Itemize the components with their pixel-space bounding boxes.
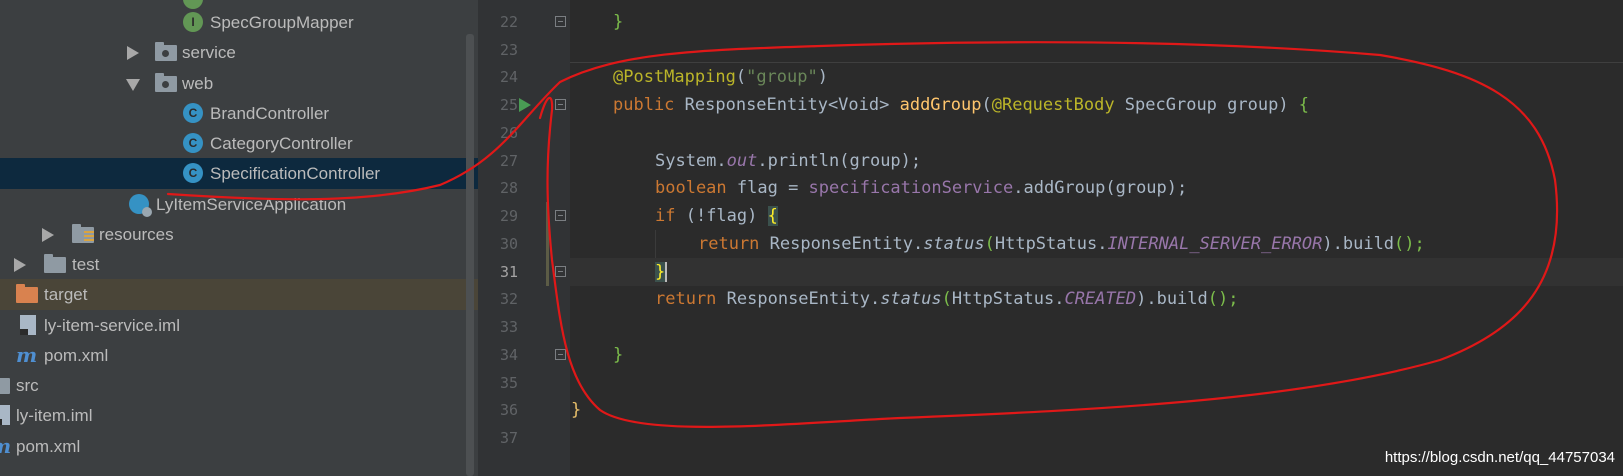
tree-item-target[interactable]: target [0, 279, 478, 310]
class-icon: C [183, 103, 203, 123]
tree-item-label: service [182, 43, 236, 62]
line-number: 35 [499, 374, 518, 392]
tree-item-label: target [44, 285, 88, 304]
package-folder-icon [155, 42, 177, 61]
class-icon: C [183, 133, 203, 153]
fold-marker-icon[interactable] [555, 210, 566, 221]
tree-item-label: pom.xml [16, 437, 81, 456]
fold-marker-icon[interactable] [555, 349, 566, 360]
line-number: 25 [499, 96, 518, 114]
code-line-22: } [613, 12, 624, 32]
line-number: 36 [499, 401, 518, 419]
vcs-change-marker[interactable] [546, 202, 549, 286]
line-number: 32 [499, 290, 518, 308]
tree-scrollbar[interactable] [466, 34, 474, 476]
iml-file-icon [20, 315, 36, 335]
fold-marker-icon[interactable] [555, 99, 566, 110]
tree-item-specificationcontroller[interactable]: C SpecificationController [0, 158, 478, 189]
watermark-text: https://blog.csdn.net/qq_44757034 [1384, 449, 1615, 466]
tree-item-web[interactable]: web [0, 68, 478, 99]
line-number: 22 [499, 13, 518, 31]
package-folder-icon [155, 73, 177, 92]
code-line-28: boolean flag = specificationService.addG… [655, 178, 1188, 198]
tree-item-service[interactable]: service [0, 37, 478, 68]
line-number: 28 [499, 179, 518, 197]
tree-item-brandcontroller[interactable]: C BrandController [0, 98, 478, 129]
indent-guide [655, 230, 656, 258]
tree-item-label: BrandController [210, 104, 330, 123]
run-method-icon[interactable] [519, 98, 531, 112]
iml-file-icon [0, 405, 10, 425]
tree-item-resources[interactable]: resources [0, 219, 478, 250]
tree-item-pom-xml[interactable]: m pom.xml [0, 340, 478, 371]
project-tree-panel: I SpecGroupMapper service web C BrandCon… [0, 0, 478, 476]
maven-icon: m [0, 436, 11, 456]
expand-arrow-icon[interactable] [127, 46, 139, 60]
tree-item-label: resources [99, 225, 174, 244]
tree-item-label: pom.xml [44, 346, 109, 365]
tree-item-label: ly-item-service.iml [44, 316, 180, 335]
expand-arrow-icon[interactable] [14, 258, 26, 272]
fold-marker-icon[interactable] [555, 266, 566, 277]
code-line-29: if (!flag) { [655, 206, 778, 226]
code-line-36: } [571, 400, 582, 420]
tree-item-label: SpecificationController [210, 164, 381, 183]
tree-item-label: test [72, 255, 100, 274]
tree-item-ly-item-service-iml[interactable]: ly-item-service.iml [0, 310, 478, 341]
line-number: 24 [499, 68, 518, 86]
ide-window: I SpecGroupMapper service web C BrandCon… [0, 0, 1623, 476]
collapse-arrow-icon[interactable] [126, 79, 140, 91]
folder-icon [44, 254, 66, 273]
folder-icon [0, 378, 10, 394]
code-line-32: return ResponseEntity.status(HttpStatus.… [655, 289, 1239, 309]
code-line-31: } [655, 258, 668, 286]
matched-brace: } [655, 262, 666, 282]
tree-item-src[interactable]: src [0, 370, 478, 401]
tree-item-ly-item-iml[interactable]: ly-item.iml [0, 400, 478, 431]
maven-icon: m [16, 343, 38, 367]
resources-folder-icon [72, 224, 94, 243]
line-number: 34 [499, 346, 518, 364]
line-number-current: 31 [499, 263, 518, 281]
tree-item-specgroupmapper[interactable]: I SpecGroupMapper [0, 7, 478, 38]
code-line-34: } [613, 345, 624, 365]
tree-item-label: web [182, 74, 214, 93]
tree-item-lyitemserviceapplication[interactable]: LyItemServiceApplication [0, 189, 478, 220]
line-number: 26 [499, 124, 518, 142]
excluded-folder-icon [16, 284, 38, 303]
fold-marker-icon[interactable] [555, 16, 566, 27]
interface-icon: I [183, 12, 203, 32]
line-number: 29 [499, 207, 518, 225]
tree-item-label: src [16, 376, 39, 395]
tree-item-test[interactable]: test [0, 249, 478, 280]
expand-arrow-icon[interactable] [42, 228, 54, 242]
tree-item-label: CategoryController [210, 134, 353, 153]
tree-item-label: LyItemServiceApplication [156, 195, 347, 214]
matched-brace: { [767, 206, 778, 226]
spring-boot-app-icon [129, 194, 152, 217]
code-line-24: @PostMapping("group") [613, 67, 828, 87]
code-line-27: System.out.println(group); [655, 151, 922, 171]
tree-item-root-pom-xml[interactable]: m pom.xml [0, 431, 478, 462]
code-line-25: public ResponseEntity<Void> addGroup(@Re… [613, 95, 1310, 115]
line-number: 33 [499, 318, 518, 336]
line-number: 27 [499, 152, 518, 170]
line-number: 37 [499, 429, 518, 447]
tree-item-label: SpecGroupMapper [210, 13, 354, 32]
line-number: 30 [499, 235, 518, 253]
class-icon: C [183, 163, 203, 183]
line-number: 23 [499, 41, 518, 59]
tree-item-categorycontroller[interactable]: C CategoryController [0, 128, 478, 159]
tree-item-label: ly-item.iml [16, 406, 93, 425]
text-caret [665, 262, 668, 282]
current-line-highlight [570, 258, 1623, 286]
code-line-30: return ResponseEntity.status(HttpStatus.… [698, 234, 1425, 254]
